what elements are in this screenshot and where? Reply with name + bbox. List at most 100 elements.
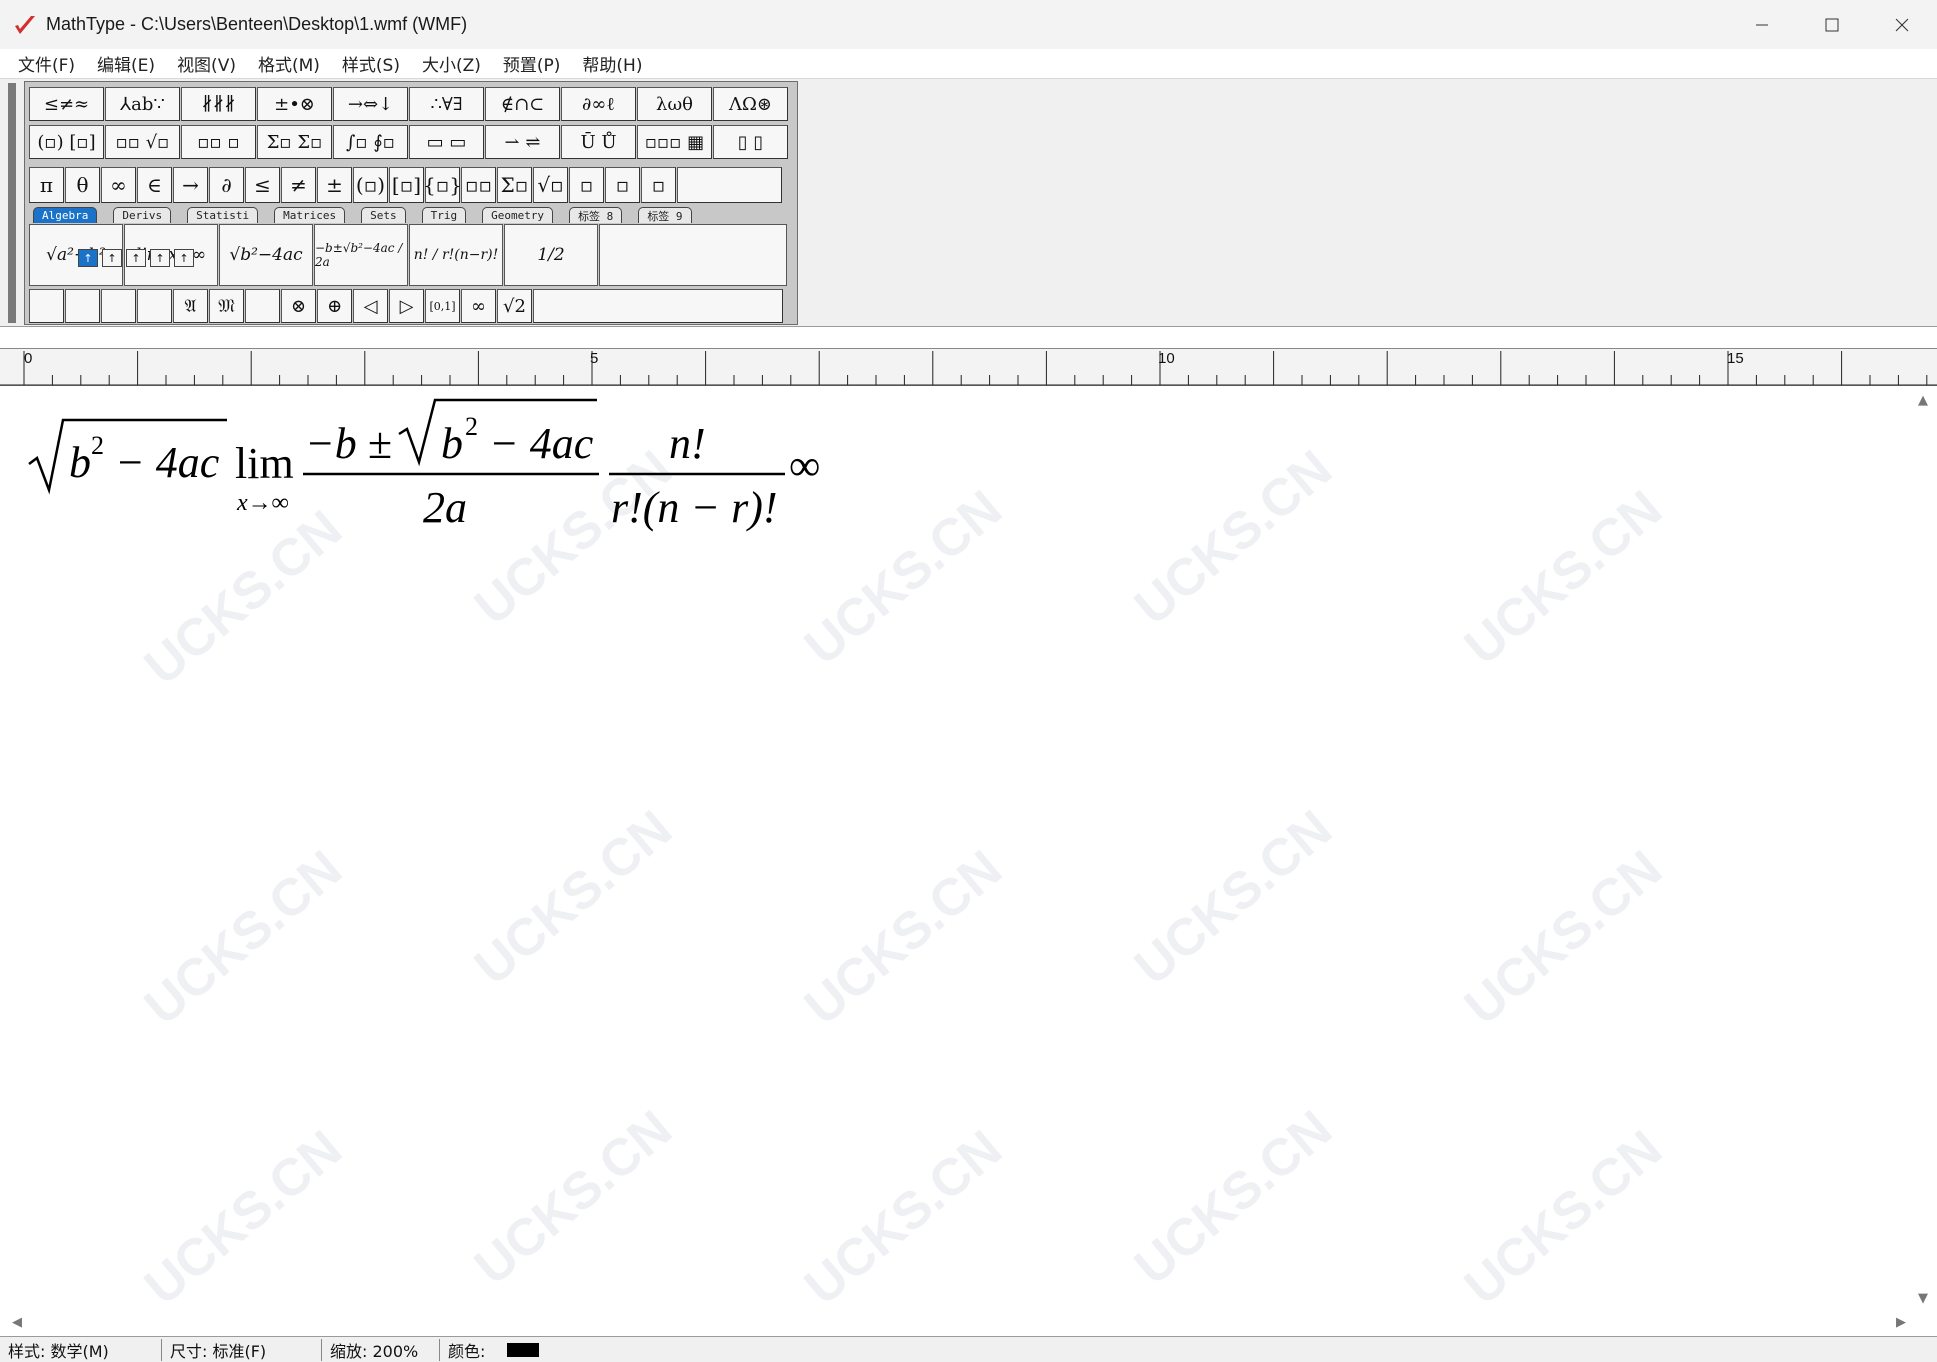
- scroll-right-arrow-icon[interactable]: ▶: [1891, 1312, 1911, 1332]
- menu-size[interactable]: 大小(Z): [412, 51, 491, 76]
- bars-palette-button[interactable]: ▭ ▭: [409, 125, 484, 159]
- arrows-palette-button[interactable]: →⇔↓: [333, 87, 408, 121]
- parentheses-button[interactable]: (▫): [353, 167, 388, 203]
- scroll-left-arrow-icon[interactable]: ◀: [7, 1312, 27, 1332]
- empty-template-slot[interactable]: [599, 224, 787, 286]
- fraktur-m-button[interactable]: 𝔐: [209, 289, 244, 323]
- toolbar-grip[interactable]: [8, 83, 16, 323]
- combination-template[interactable]: n! / r!(n−r)!: [409, 224, 503, 286]
- nudge-2-button[interactable]: ↑: [102, 249, 122, 267]
- half-fraction-template[interactable]: 1/2: [504, 224, 598, 286]
- small-symbol-row: π θ ∞ ∈ → ∂ ≤ ≠ ± (▫) [▫] {▫} ▫▫ Σ▫ √▫ ▫…: [29, 167, 783, 203]
- nudge-5-button[interactable]: ↑: [174, 249, 194, 267]
- nudge-4-button[interactable]: ↑: [150, 249, 170, 267]
- sqrt2-button[interactable]: √2: [497, 289, 532, 323]
- infinity-small-button[interactable]: ∞: [461, 289, 496, 323]
- theta-button[interactable]: θ: [65, 167, 100, 203]
- products-palette-button[interactable]: Ū Ů: [561, 125, 636, 159]
- fences-palette-button[interactable]: (▫) [▫]: [29, 125, 104, 159]
- matrices-palette-button[interactable]: ▫▫▫ ▦: [637, 125, 712, 159]
- circled-times-button[interactable]: ⊗: [281, 289, 316, 323]
- empty-slot-2[interactable]: [65, 289, 100, 323]
- relations-palette-button[interactable]: ≤≠≈: [29, 87, 104, 121]
- logic-palette-button[interactable]: ∴∀∃: [409, 87, 484, 121]
- equation-canvas[interactable]: UCKS.CN UCKS.CN UCKS.CN UCKS.CN UCKS.CN …: [5, 388, 1913, 1316]
- menu-edit[interactable]: 编辑(E): [87, 51, 165, 76]
- subscripts-palette-button[interactable]: ▫▫ ▫: [181, 125, 256, 159]
- empty-slot-6[interactable]: [533, 289, 783, 323]
- tab-statistics[interactable]: Statisti: [187, 207, 259, 223]
- palette-tabs: Algebra Derivs Statisti Matrices Sets Tr…: [33, 207, 708, 223]
- horizontal-scrollbar[interactable]: ◀ ▶: [5, 1310, 1913, 1334]
- sub-superscript-button[interactable]: ▫: [641, 167, 676, 203]
- status-style: 样式: 数学(M): [0, 1338, 162, 1361]
- subscript-button[interactable]: ▫: [605, 167, 640, 203]
- empty-slot-4[interactable]: [137, 289, 172, 323]
- close-button[interactable]: [1867, 0, 1937, 49]
- boxes-palette-button[interactable]: ▯ ▯: [713, 125, 788, 159]
- infinity-button[interactable]: ∞: [101, 167, 136, 203]
- spaces-palette-button[interactable]: ⅄ab∵: [105, 87, 180, 121]
- maximize-button[interactable]: [1797, 0, 1867, 49]
- tab-derivs[interactable]: Derivs: [113, 207, 172, 223]
- menu-format[interactable]: 格式(M): [248, 51, 330, 76]
- empty-slot-1[interactable]: [29, 289, 64, 323]
- interval-button[interactable]: [0,1]: [425, 289, 460, 323]
- sets-palette-button[interactable]: ∉∩⊂: [485, 87, 560, 121]
- empty-slot-3[interactable]: [101, 289, 136, 323]
- nudge-1-button[interactable]: ↑: [78, 249, 98, 267]
- tab-algebra[interactable]: Algebra: [33, 207, 98, 223]
- minimize-button[interactable]: [1727, 0, 1797, 49]
- ruler-mark-5: 5: [590, 350, 599, 367]
- equation[interactable]: b 2 − 4ac lim x→∞ −b ± b 2 − 4ac 2a n! r…: [27, 398, 847, 558]
- scroll-up-arrow-icon[interactable]: ▲: [1913, 390, 1933, 410]
- left-triangle-button[interactable]: ◁: [353, 289, 388, 323]
- scroll-down-arrow-icon[interactable]: ▼: [1913, 1288, 1933, 1308]
- empty-slot-button[interactable]: [677, 167, 782, 203]
- labeled-arrows-palette-button[interactable]: ⇀ ⇌: [485, 125, 560, 159]
- menu-view[interactable]: 视图(V): [167, 51, 246, 76]
- tab-trig[interactable]: Trig: [421, 207, 467, 223]
- integrals-palette-button[interactable]: ∫▫ ∮▫: [333, 125, 408, 159]
- tab-label-8[interactable]: 标签 8: [569, 207, 623, 223]
- pi-button[interactable]: π: [29, 167, 64, 203]
- braces-button[interactable]: {▫}: [423, 167, 462, 203]
- tab-sets[interactable]: Sets: [361, 207, 406, 223]
- nudge-3-button[interactable]: ↑: [126, 249, 146, 267]
- superscript-button[interactable]: ▫: [569, 167, 604, 203]
- greek-lower-palette-button[interactable]: λωθ: [637, 87, 712, 121]
- discriminant-template[interactable]: √b²−4ac: [219, 224, 313, 286]
- less-equal-button[interactable]: ≤: [245, 167, 280, 203]
- operators-palette-button[interactable]: ±•⊗: [257, 87, 332, 121]
- plus-minus-button[interactable]: ±: [317, 167, 352, 203]
- not-equal-button[interactable]: ≠: [281, 167, 316, 203]
- ruler-mark-10: 10: [1158, 350, 1175, 367]
- brackets-button[interactable]: [▫]: [389, 167, 424, 203]
- fraction-button[interactable]: ▫▫: [461, 167, 496, 203]
- partial-button[interactable]: ∂: [209, 167, 244, 203]
- misc-palette-button[interactable]: ∂∞ℓ: [561, 87, 636, 121]
- embellishments-palette-button[interactable]: ∦∦∦: [181, 87, 256, 121]
- menu-help[interactable]: 帮助(H): [572, 51, 652, 76]
- tab-matrices[interactable]: Matrices: [274, 207, 346, 223]
- radical-button[interactable]: √▫: [533, 167, 568, 203]
- tab-geometry[interactable]: Geometry: [482, 207, 554, 223]
- greek-upper-palette-button[interactable]: ΛΩ⊛: [713, 87, 788, 121]
- tab-label-9[interactable]: 标签 9: [638, 207, 692, 223]
- quadratic-formula-template[interactable]: −b±√b²−4ac / 2a: [314, 224, 408, 286]
- ruler[interactable]: 0 5 10 15: [0, 348, 1937, 386]
- right-triangle-button[interactable]: ▷: [389, 289, 424, 323]
- infinity-symbol: ∞: [789, 441, 820, 490]
- circled-plus-button[interactable]: ⊕: [317, 289, 352, 323]
- right-arrow-button[interactable]: →: [173, 167, 208, 203]
- fraktur-a-button[interactable]: 𝔄: [173, 289, 208, 323]
- empty-slot-5[interactable]: [245, 289, 280, 323]
- element-of-button[interactable]: ∈: [137, 167, 172, 203]
- fractions-palette-button[interactable]: ▫▫ √▫: [105, 125, 180, 159]
- menu-style[interactable]: 样式(S): [332, 51, 410, 76]
- menu-preferences[interactable]: 预置(P): [493, 51, 571, 76]
- sums-palette-button[interactable]: Σ▫ Σ▫: [257, 125, 332, 159]
- summation-button[interactable]: Σ▫: [497, 167, 532, 203]
- menu-file[interactable]: 文件(F): [8, 51, 85, 76]
- vertical-scrollbar[interactable]: ▲ ▼: [1913, 388, 1933, 1310]
